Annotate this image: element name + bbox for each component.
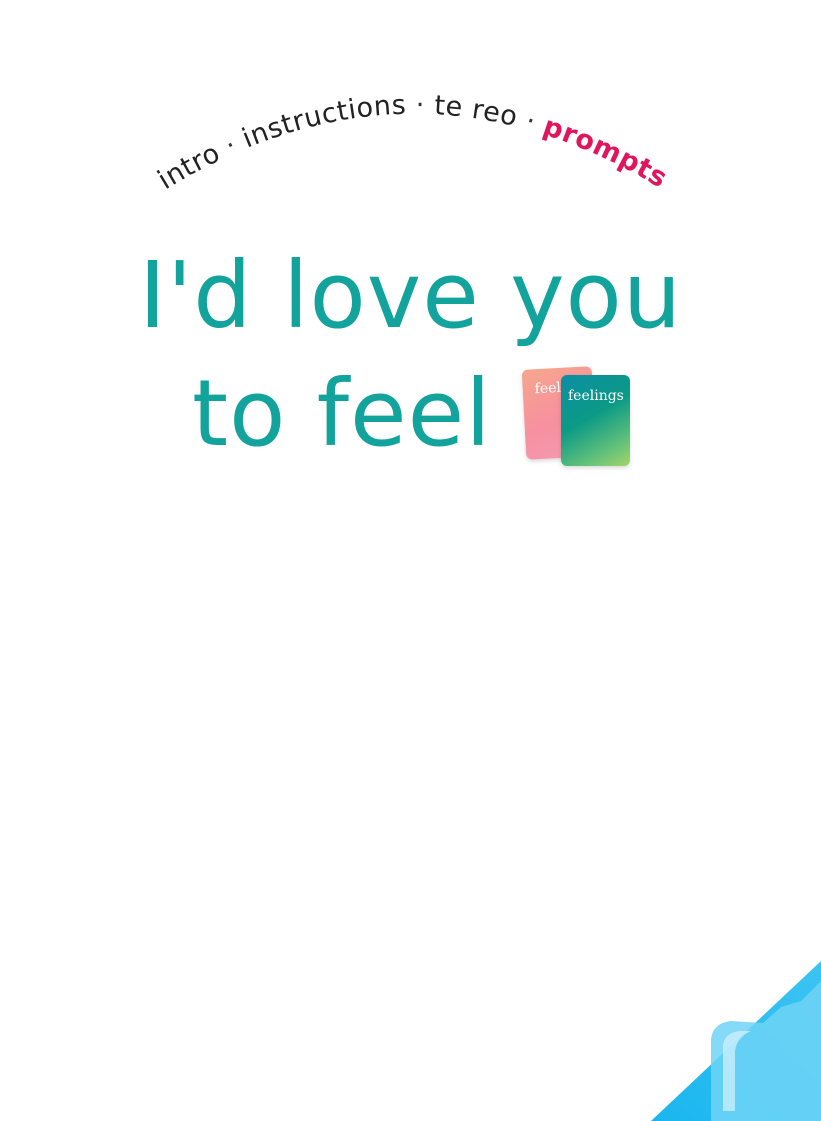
feelings-card: feelings <box>561 375 630 466</box>
nav-item-instructions[interactable]: instructions <box>238 90 407 155</box>
nav-item-prompts[interactable]: prompts <box>539 111 672 194</box>
nav-item-te-reo[interactable]: te reo <box>433 90 520 133</box>
arc-nav-text: intro · instructions · te reo · prompts <box>153 90 673 196</box>
headline-line-1: I'd love you <box>138 242 683 349</box>
feelings-card-label: feelings <box>568 388 624 404</box>
feelings-card-stack[interactable]: feel feelings <box>520 366 635 470</box>
arc-navigation: intro · instructions · te reo · prompts <box>153 90 673 196</box>
nav-separator: · <box>416 90 435 121</box>
nav-item-intro[interactable]: intro <box>153 137 225 195</box>
feel-card-label: feel <box>534 379 562 398</box>
corner-decoration <box>651 961 821 1121</box>
headline-line-2: to feel <box>192 360 492 467</box>
